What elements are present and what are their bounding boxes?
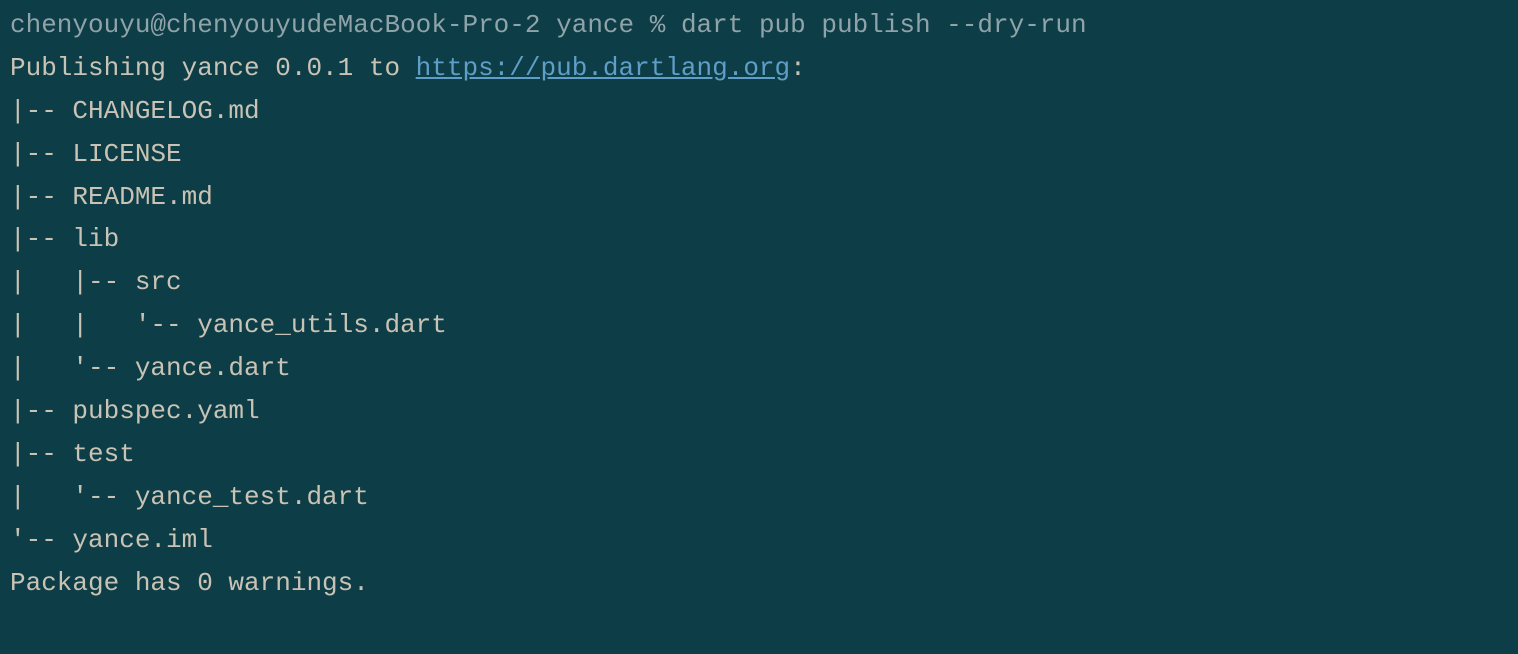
prompt-directory: yance bbox=[556, 10, 634, 40]
tree-line: |-- CHANGELOG.md bbox=[10, 90, 1508, 133]
tree-line: |-- pubspec.yaml bbox=[10, 390, 1508, 433]
publishing-url[interactable]: https://pub.dartlang.org bbox=[416, 53, 790, 83]
warnings-line: Package has 0 warnings. bbox=[10, 562, 1508, 605]
tree-line: | |-- src bbox=[10, 261, 1508, 304]
tree-line: |-- lib bbox=[10, 218, 1508, 261]
tree-line: |-- LICENSE bbox=[10, 133, 1508, 176]
tree-line: '-- yance.iml bbox=[10, 519, 1508, 562]
publishing-prefix: Publishing yance 0.0.1 to bbox=[10, 53, 416, 83]
prompt-line: chenyouyu@chenyouyudeMacBook-Pro-2 yance… bbox=[10, 4, 1508, 47]
tree-line: |-- README.md bbox=[10, 176, 1508, 219]
prompt-space bbox=[541, 10, 557, 40]
tree-line: |-- test bbox=[10, 433, 1508, 476]
command: dart pub publish --dry-run bbox=[681, 10, 1087, 40]
publishing-suffix: : bbox=[790, 53, 806, 83]
publishing-line: Publishing yance 0.0.1 to https://pub.da… bbox=[10, 47, 1508, 90]
prompt-separator: % bbox=[634, 10, 681, 40]
tree-line: | '-- yance_test.dart bbox=[10, 476, 1508, 519]
tree-line: | '-- yance.dart bbox=[10, 347, 1508, 390]
tree-line: | | '-- yance_utils.dart bbox=[10, 304, 1508, 347]
prompt-user-host: chenyouyu@chenyouyudeMacBook-Pro-2 bbox=[10, 10, 541, 40]
